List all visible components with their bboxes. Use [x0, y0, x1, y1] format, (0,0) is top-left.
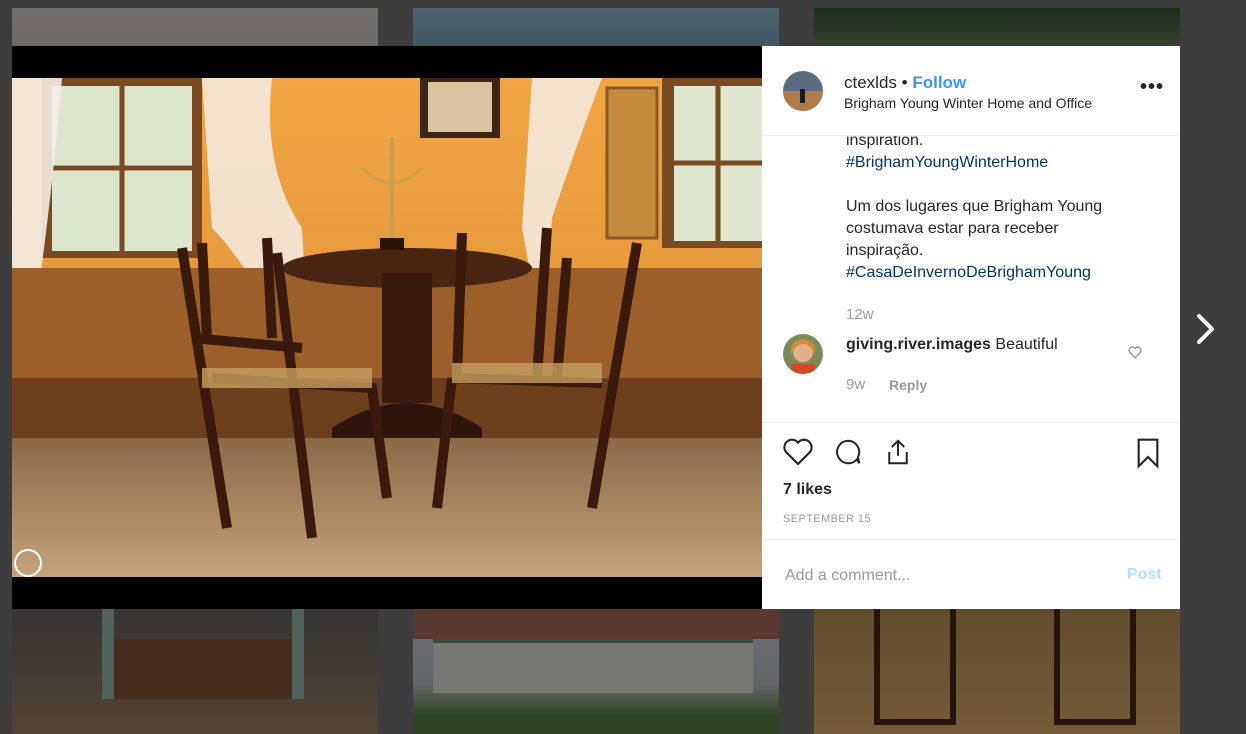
post-location[interactable]: Brigham Young Winter Home and Office — [844, 95, 1092, 111]
commenter-username[interactable]: giving.river.images — [846, 336, 991, 353]
bookmark-icon[interactable] — [1134, 437, 1162, 474]
hashtag-link[interactable]: #BrighamYoungWinterHome — [846, 152, 1146, 174]
follow-button[interactable]: Follow — [912, 73, 966, 92]
add-comment-bar: Post — [762, 539, 1180, 610]
like-icon[interactable] — [782, 437, 814, 472]
likes-count[interactable]: 7 likes — [783, 481, 832, 499]
post-caption: inspiration. #BrighamYoungWinterHome Um … — [846, 136, 1146, 284]
caption-line: costumava estar para receber — [846, 220, 1059, 237]
post-photo[interactable] — [12, 78, 762, 577]
next-post-chevron-icon[interactable] — [1190, 312, 1220, 351]
caption-line: Um dos lugares que Brigham Young — [846, 198, 1103, 215]
hashtag-link[interactable]: #CasaDeInvernoDeBrighamYoung — [846, 262, 1146, 284]
author-avatar[interactable] — [783, 71, 823, 111]
separator-dot: • — [901, 73, 908, 92]
caption-line: inspiration. — [846, 136, 924, 149]
like-comment-icon[interactable] — [1128, 346, 1142, 364]
commenter-avatar[interactable] — [783, 334, 823, 374]
caption-age[interactable]: 12w — [846, 306, 874, 323]
more-options-icon[interactable]: ••• — [1140, 77, 1164, 97]
author-username[interactable]: ctexlds — [844, 73, 897, 92]
comment-age[interactable]: 9w — [846, 376, 865, 393]
post-details-panel: ctexlds • Follow Brigham Young Winter Ho… — [762, 46, 1180, 609]
author-line: ctexlds • Follow — [844, 73, 966, 93]
comments-list[interactable]: inspiration. #BrighamYoungWinterHome Um … — [762, 136, 1180, 422]
post-media — [12, 46, 762, 609]
share-icon[interactable] — [882, 437, 914, 472]
post-date: SEPTEMBER 15 — [783, 513, 871, 525]
post-header: ctexlds • Follow Brigham Young Winter Ho… — [762, 46, 1180, 136]
reply-button[interactable]: Reply — [889, 377, 927, 393]
comment-input[interactable] — [783, 558, 1107, 594]
caption-line: inspiração. — [846, 242, 924, 259]
post-actions: 7 likes SEPTEMBER 15 — [762, 422, 1180, 540]
comment: giving.river.images Beautiful — [846, 336, 1058, 354]
comment-text: Beautiful — [995, 336, 1058, 353]
post-comment-button[interactable]: Post — [1127, 566, 1162, 584]
comment-icon[interactable] — [832, 437, 864, 472]
